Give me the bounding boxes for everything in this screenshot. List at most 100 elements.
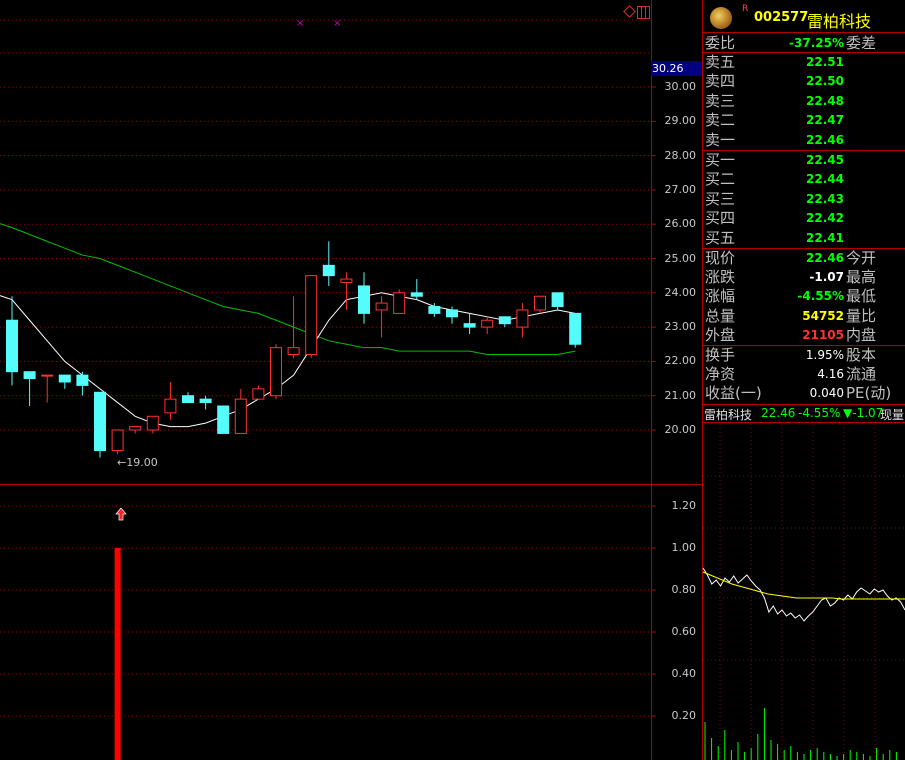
weibi-label: 委比 xyxy=(705,34,736,52)
candle-body xyxy=(340,278,353,284)
quote-label: 涨幅 xyxy=(705,287,736,306)
candle[interactable] xyxy=(375,296,388,338)
sell-level-price[interactable]: 22.48 xyxy=(780,92,844,110)
y-tick-label: 27.00 xyxy=(664,182,697,196)
candle[interactable] xyxy=(551,292,564,310)
sub-y-tick-label: 1.20 xyxy=(671,499,697,512)
sell-level-price[interactable]: 22.51 xyxy=(780,53,844,71)
weicha-label: 委差 xyxy=(846,34,877,52)
signal-bar xyxy=(114,548,121,760)
candle-body xyxy=(76,374,89,386)
sub-y-tick-label: 0.80 xyxy=(671,583,697,596)
candle-body xyxy=(94,391,106,452)
candle-body xyxy=(534,295,546,311)
y-tick-label: 23.00 xyxy=(664,320,697,334)
candle-body xyxy=(58,374,71,383)
candle-body xyxy=(164,398,177,414)
fundamental-label: 净资 xyxy=(705,365,736,384)
quote-label: 外盘 xyxy=(705,325,736,344)
candle[interactable] xyxy=(569,312,582,348)
candle-body xyxy=(498,316,511,325)
buy-level-label: 买五 xyxy=(705,228,736,247)
intraday-price: 22.46 xyxy=(761,406,796,420)
sell-level-label: 卖五 xyxy=(705,53,736,71)
intraday-suffix: 现量 xyxy=(880,408,905,422)
candle[interactable] xyxy=(358,272,370,324)
candlestick-series[interactable] xyxy=(6,241,582,458)
candle[interactable] xyxy=(498,316,511,328)
y-tick-label: 29.00 xyxy=(664,114,697,128)
sub-y-tick-label: 1.00 xyxy=(671,541,697,554)
candle[interactable] xyxy=(516,303,529,338)
quote-value: 54752 xyxy=(802,308,844,323)
candle[interactable] xyxy=(146,415,159,434)
sell-level-price[interactable]: 22.46 xyxy=(780,131,844,149)
buy-level-price[interactable]: 22.41 xyxy=(780,229,844,247)
buy-level-label: 买三 xyxy=(705,189,736,208)
candle-body xyxy=(322,264,335,277)
fundamental-right-label: 流通 xyxy=(846,365,877,384)
buy-level-price[interactable]: 22.42 xyxy=(780,209,844,227)
candle[interactable] xyxy=(94,391,106,458)
quote-right-label: 最高 xyxy=(846,268,877,287)
candle[interactable] xyxy=(481,316,494,334)
sell-level-label: 卖三 xyxy=(705,91,736,110)
candle[interactable] xyxy=(41,374,54,403)
candle-body xyxy=(41,374,54,377)
quote-value: -4.55% xyxy=(797,289,844,304)
intraday-header: 雷柏科技 22.46 -4.55% ▼-1.07 现量 xyxy=(704,405,905,423)
candle[interactable] xyxy=(129,426,142,434)
candle[interactable] xyxy=(305,275,318,358)
buy-level-label: 买二 xyxy=(705,170,736,189)
buy-level-price[interactable]: 22.45 xyxy=(780,151,844,169)
candle[interactable] xyxy=(270,344,282,400)
ma-short-line xyxy=(0,292,576,428)
candle[interactable] xyxy=(410,279,423,300)
quote-label: 涨跌 xyxy=(705,268,736,287)
candle[interactable] xyxy=(76,371,89,396)
top-marker-2: × xyxy=(333,18,342,29)
candle[interactable] xyxy=(199,395,212,410)
intraday-price-line xyxy=(702,567,905,622)
candle-body xyxy=(410,292,423,297)
candle[interactable] xyxy=(322,241,335,286)
fundamental-value: 1.95% xyxy=(805,348,844,362)
candle[interactable] xyxy=(217,405,230,434)
fundamental-label: 换手 xyxy=(705,346,736,364)
stock-header: R 002577 雷柏科技 xyxy=(704,4,905,31)
candle[interactable] xyxy=(6,296,18,386)
candle[interactable] xyxy=(58,374,71,389)
intraday-pct: -4.55% xyxy=(798,406,841,420)
buy-level-price[interactable]: 22.44 xyxy=(780,170,844,188)
y-tick-label: 21.00 xyxy=(664,388,697,402)
candle-body xyxy=(463,323,476,328)
candle[interactable] xyxy=(164,381,177,420)
candle-body xyxy=(551,292,564,308)
candle[interactable] xyxy=(252,385,265,400)
candle[interactable] xyxy=(111,429,124,455)
window-toggle-icon[interactable] xyxy=(637,6,650,19)
candle[interactable] xyxy=(534,295,546,314)
candle[interactable] xyxy=(23,371,36,406)
candle-body xyxy=(217,405,230,434)
y-tick-label: 24.00 xyxy=(664,285,697,299)
signal-up-arrow-icon xyxy=(115,506,127,521)
ma-long-polyline xyxy=(0,223,576,356)
candle-body xyxy=(287,347,300,356)
intraday-mini-chart[interactable] xyxy=(702,424,905,760)
sell-level-price[interactable]: 22.50 xyxy=(780,72,844,90)
candle[interactable] xyxy=(287,296,300,358)
candle[interactable] xyxy=(182,392,194,404)
quote-label: 现价 xyxy=(705,249,736,267)
buy-level-price[interactable]: 22.43 xyxy=(780,190,844,208)
intraday-name: 雷柏科技 xyxy=(704,408,753,422)
sub-y-tick-label: 0.40 xyxy=(671,667,697,680)
y-tick-label: 28.00 xyxy=(664,148,697,162)
candle-body xyxy=(129,426,142,431)
candle-body xyxy=(375,302,388,311)
fundamental-value: 4.16 xyxy=(817,367,844,382)
sell-level-price[interactable]: 22.47 xyxy=(780,111,844,129)
candle[interactable] xyxy=(463,313,476,334)
candle[interactable] xyxy=(393,289,406,314)
fundamental-right-label: 股本 xyxy=(846,346,877,364)
